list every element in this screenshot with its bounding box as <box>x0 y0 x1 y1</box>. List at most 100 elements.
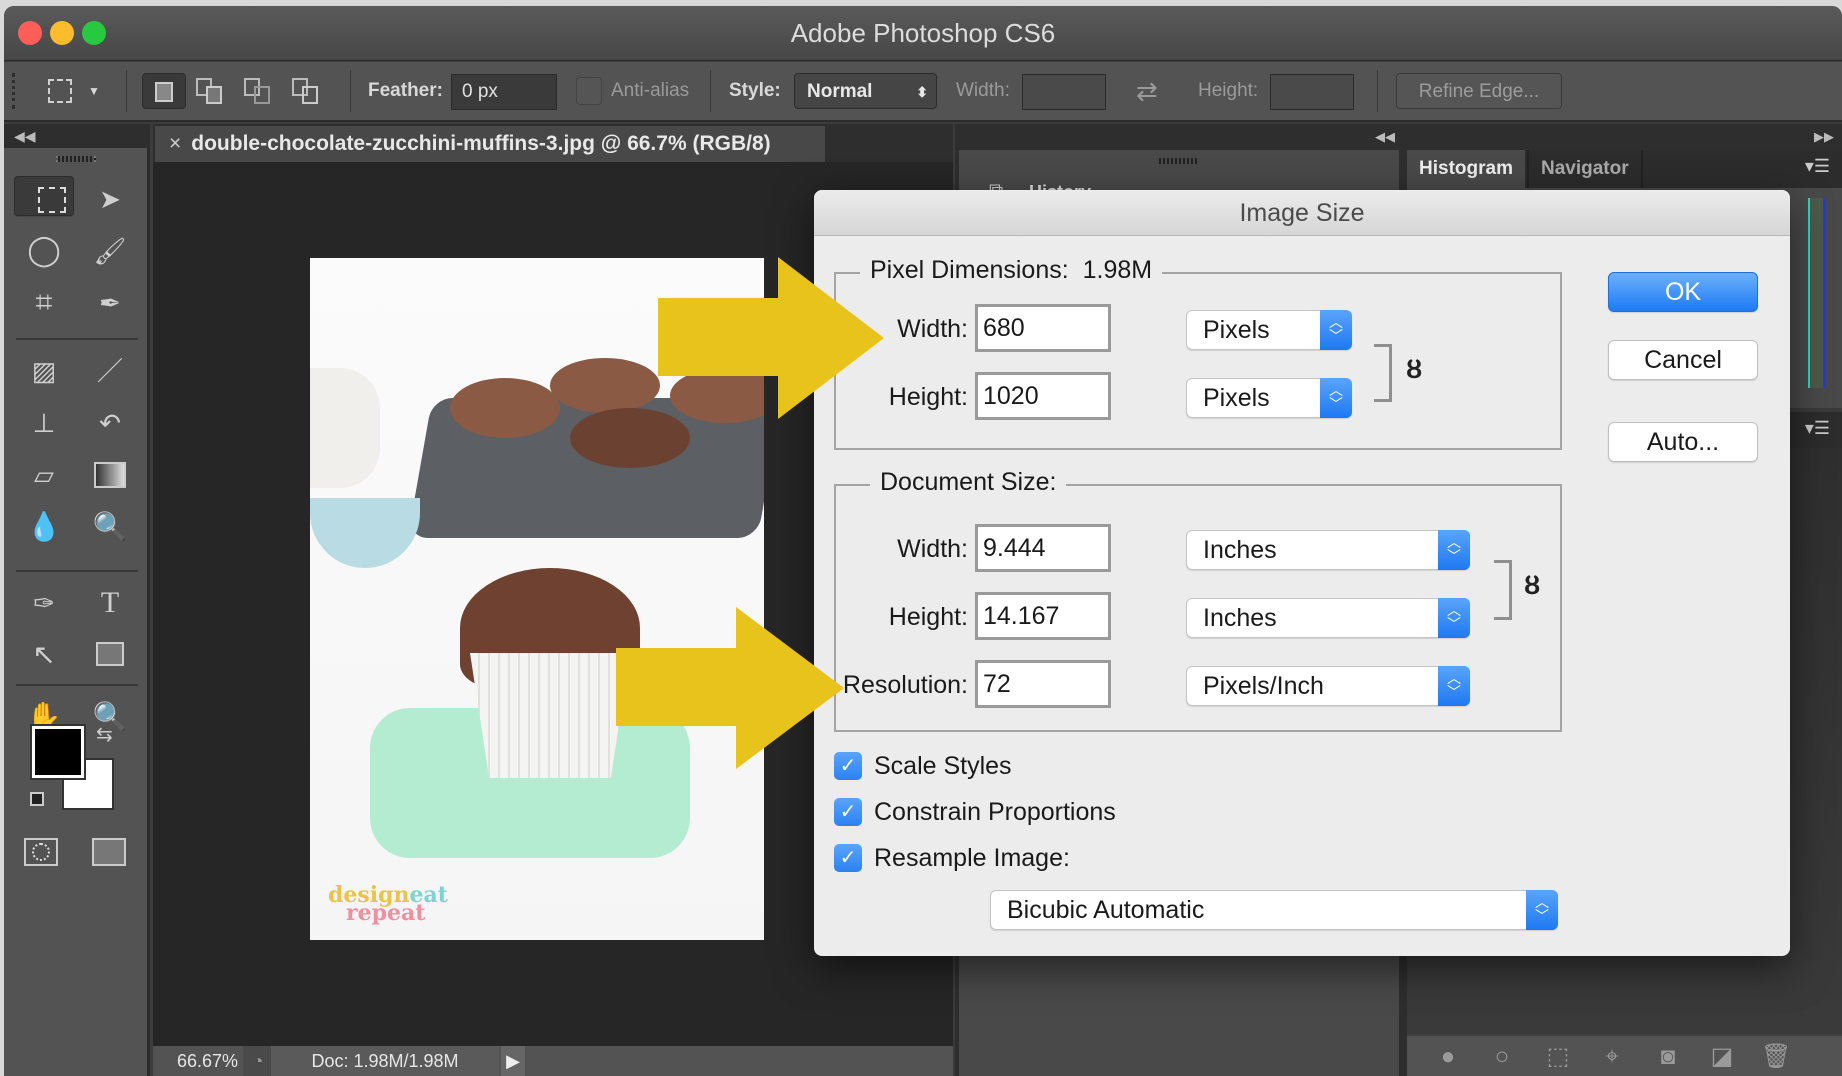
height-input[interactable] <box>1270 74 1354 110</box>
add-to-selection-icon[interactable] <box>196 73 230 109</box>
auto-button[interactable]: Auto... <box>1608 422 1758 462</box>
options-grip[interactable] <box>12 73 16 109</box>
zoom-level[interactable]: 66.67% <box>177 1046 238 1076</box>
arrow-shaft <box>658 298 780 376</box>
resolution-unit-select[interactable]: Pixels/Inch ︿ ﹀ <box>1186 666 1470 706</box>
doc-size-info: Doc: 1.98M/1.98M <box>271 1046 499 1076</box>
cancel-button[interactable]: Cancel <box>1608 340 1758 380</box>
anti-alias-checkbox[interactable] <box>576 77 602 105</box>
document-tab-bar: × double-chocolate-zucchini-muffins-3.jpg… <box>153 124 953 162</box>
collapse-icon[interactable]: ◀◀ <box>4 128 36 144</box>
stroke-path-icon[interactable]: ○ <box>1487 1042 1517 1072</box>
delete-path-icon[interactable]: 🗑 <box>1761 1042 1791 1072</box>
swap-colors-icon[interactable]: ⇆ <box>96 722 113 747</box>
type-tool[interactable]: T <box>80 580 140 626</box>
window-title: Adobe Photoshop CS6 <box>790 18 1056 48</box>
dodge-tool[interactable]: 🔍 <box>80 504 140 550</box>
doc-height-unit-select[interactable]: Inches ︿ ﹀ <box>1186 598 1470 638</box>
panel-menu-icon[interactable]: ▾☰ <box>1805 418 1830 439</box>
doc-width-input[interactable]: 9.444 <box>975 524 1111 572</box>
resample-image-checkbox[interactable]: ✓ <box>834 844 862 872</box>
panel-grip[interactable] <box>1159 158 1199 164</box>
document-info-icon[interactable]: ◔ <box>243 1046 273 1076</box>
clone-stamp-tool[interactable]: ⊥ <box>14 400 74 446</box>
crop-tool[interactable]: ⌗ <box>14 280 74 326</box>
width-input[interactable] <box>1022 74 1106 110</box>
screen-mode-icon[interactable] <box>92 838 126 866</box>
path-selection-tool[interactable]: ↖ <box>14 632 74 678</box>
new-selection-icon[interactable] <box>142 73 186 109</box>
scale-styles-checkbox[interactable]: ✓ <box>834 752 862 780</box>
refine-edge-button[interactable]: Refine Edge... <box>1396 73 1562 109</box>
constrain-proportions-checkbox[interactable]: ✓ <box>834 798 862 826</box>
tab-histogram[interactable]: Histogram <box>1407 150 1525 188</box>
preset-dropdown-icon[interactable]: ▼ <box>88 73 100 109</box>
style-label: Style: <box>729 80 781 101</box>
image-size-dialog: Image Size Pixel Dimensions: 1.98M Width… <box>814 190 1790 956</box>
intersect-selection-icon[interactable] <box>292 73 326 109</box>
updown-arrows-icon: ⬍ <box>916 84 928 100</box>
doc-height-input[interactable]: 14.167 <box>975 592 1111 640</box>
resample-image-label: Resample Image: <box>874 844 1070 872</box>
divider <box>126 70 127 112</box>
add-mask-icon[interactable]: ◙ <box>1653 1042 1683 1072</box>
blur-tool[interactable]: 💧 <box>14 504 74 550</box>
pixel-height-unit-select[interactable]: Pixels ︿ ﹀ <box>1186 378 1352 418</box>
watermark-logo: designeat repeat <box>328 882 448 926</box>
divider <box>16 570 138 572</box>
eraser-tool[interactable]: ▱ <box>14 452 74 498</box>
resample-method-select[interactable]: Bicubic Automatic ︿ ﹀ <box>990 890 1558 930</box>
brush-tool[interactable]: ／ <box>80 348 140 394</box>
move-tool[interactable]: ➤ <box>80 176 140 222</box>
fill-path-icon[interactable]: ● <box>1433 1042 1463 1072</box>
rectangle-tool[interactable] <box>80 632 140 678</box>
pixel-width-unit-select[interactable]: Pixels ︿ ﹀ <box>1186 310 1352 350</box>
document-size-legend: Document Size: <box>870 468 1067 497</box>
new-path-icon[interactable]: ◪ <box>1707 1042 1737 1072</box>
eyedropper-tool[interactable]: ✒ <box>80 280 140 326</box>
quick-selection-tool[interactable]: 🖌 <box>80 228 140 274</box>
toolbox-grip[interactable] <box>56 156 96 162</box>
chain-link-icon: ȣ <box>1406 354 1423 384</box>
pixel-height-label: Height: <box>888 383 968 411</box>
photo-muffin <box>550 358 660 413</box>
pixel-height-input[interactable]: 1020 <box>975 372 1111 420</box>
foreground-color-swatch[interactable] <box>30 724 86 780</box>
swap-width-height-icon[interactable]: ⇄ <box>1136 73 1158 109</box>
pixel-width-input[interactable]: 680 <box>975 304 1111 352</box>
history-brush-tool[interactable]: ↶ <box>80 400 140 446</box>
quick-mask-icon[interactable] <box>24 838 58 866</box>
close-tab-icon[interactable]: × <box>169 132 181 155</box>
default-colors-icon[interactable] <box>30 792 44 806</box>
rect-marquee-preset-icon[interactable] <box>48 73 78 109</box>
photo-cupcake-liner <box>470 653 630 778</box>
constrain-proportions-label: Constrain Proportions <box>874 798 1116 826</box>
photo-muffin <box>450 378 560 438</box>
feather-label: Feather: <box>368 80 443 101</box>
rectangular-marquee-tool[interactable] <box>14 176 74 216</box>
ok-button[interactable]: OK <box>1608 272 1758 312</box>
status-menu-arrow-icon[interactable]: ▶ <box>501 1046 525 1076</box>
load-path-as-selection-icon[interactable]: ⬚ <box>1543 1042 1573 1072</box>
options-bar: ▼ Feather: 0 px Anti-alias Style: Normal… <box>4 62 1842 122</box>
collapse-dock-icon[interactable]: ◀◀ <box>1375 124 1395 150</box>
gradient-tool[interactable] <box>80 452 140 498</box>
pixel-dimensions-legend: Pixel Dimensions: 1.98M <box>860 256 1163 285</box>
doc-width-unit-select[interactable]: Inches ︿ ﹀ <box>1186 530 1470 570</box>
chain-link-icon: ȣ <box>1524 570 1541 600</box>
resolution-input[interactable]: 72 <box>975 660 1111 708</box>
document-tab[interactable]: × double-chocolate-zucchini-muffins-3.jpg… <box>155 126 825 162</box>
panel-menu-icon[interactable]: ▾☰ <box>1805 156 1830 177</box>
scale-styles-label: Scale Styles <box>874 752 1012 780</box>
spot-healing-brush-tool[interactable]: ▨ <box>14 348 74 394</box>
tab-navigator[interactable]: Navigator <box>1527 150 1643 188</box>
height-label: Height: <box>1198 80 1259 101</box>
doc-width-label: Width: <box>897 535 968 563</box>
pen-tool[interactable]: ✑ <box>14 580 74 626</box>
feather-input[interactable]: 0 px <box>451 74 557 110</box>
make-work-path-icon[interactable]: ⌖ <box>1597 1042 1627 1072</box>
expand-dock-icon[interactable]: ▶▶ <box>1814 124 1834 150</box>
subtract-from-selection-icon[interactable] <box>244 73 278 109</box>
lasso-tool[interactable]: ◯ <box>14 228 74 274</box>
style-select[interactable]: Normal ⬍ <box>794 73 937 109</box>
